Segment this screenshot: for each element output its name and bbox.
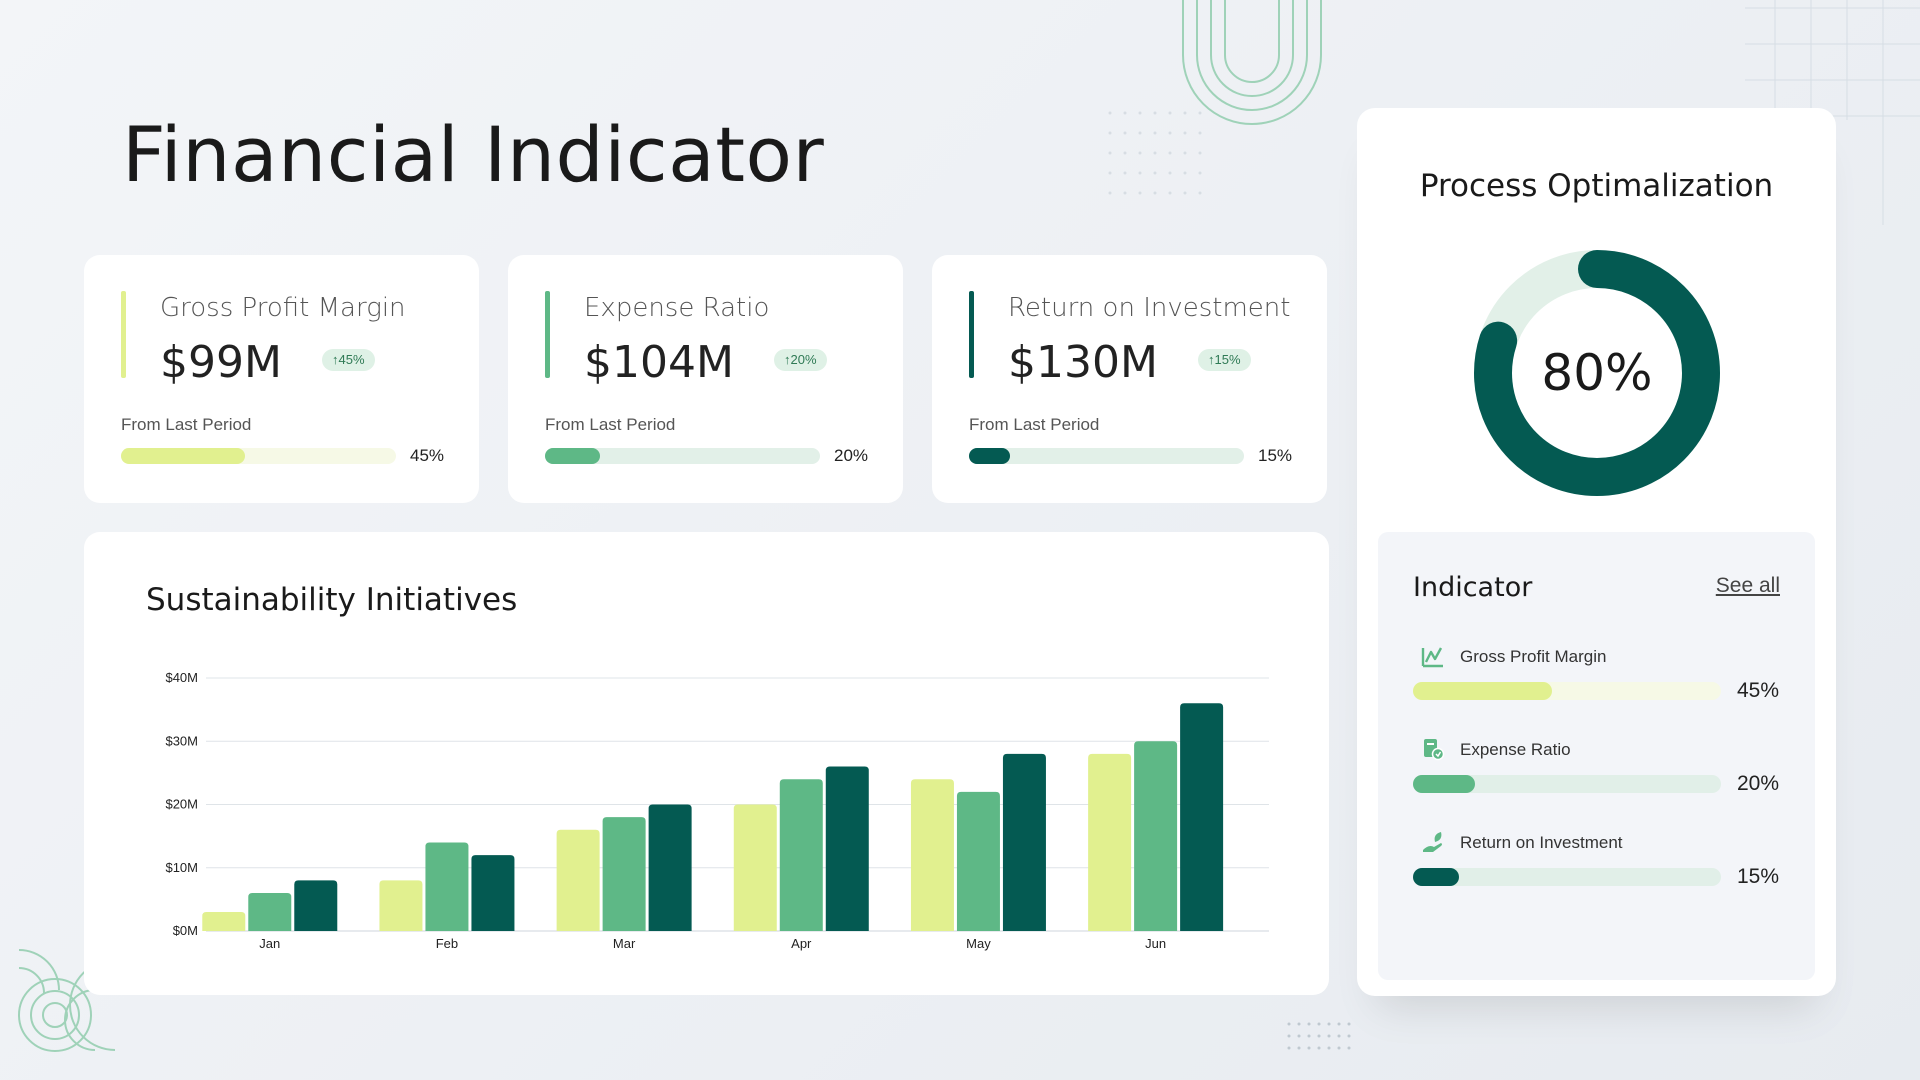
kpi-progress-fill <box>121 448 245 464</box>
bar <box>1180 703 1224 931</box>
indicator-progress-fill <box>1413 868 1460 886</box>
kpi-label: Expense Ratio <box>584 293 770 323</box>
dot-grid-decoration-bottom <box>1287 1022 1351 1050</box>
indicator-name: Gross Profit Margin <box>1460 647 1607 666</box>
process-title: Process Optimalization <box>1419 168 1774 204</box>
kpi-progress-track <box>545 448 820 464</box>
bar-chart: $0M $10M $20M $30M $40M Jan Feb Mar Apr May Jun <box>165 670 1269 951</box>
x-tick-label: Mar <box>613 936 636 951</box>
bar <box>1002 753 1046 931</box>
bar <box>1088 753 1132 931</box>
bar <box>910 779 954 931</box>
indicator-progress-track <box>1413 682 1721 700</box>
kpi-percent: 20% <box>834 446 869 465</box>
bar <box>648 804 692 931</box>
process-optimalization-card: Process Optimalization 80% Indicator See… <box>1357 108 1836 996</box>
bar <box>602 817 646 931</box>
page-title: Financial Indicator <box>122 110 825 199</box>
y-tick-label: $20M <box>165 797 198 812</box>
kpi-from-label: From Last Period <box>969 415 1100 434</box>
dot-grid-decoration <box>1108 111 1202 195</box>
bar <box>471 855 515 931</box>
expense-document-icon <box>1424 739 1445 761</box>
bar <box>202 912 246 931</box>
indicator-percent: 15% <box>1737 865 1780 888</box>
bar <box>248 893 292 931</box>
kpi-percent: 45% <box>410 446 445 465</box>
kpi-card-roi: Return on Investment $130M ↑15% From Las… <box>932 255 1327 503</box>
indicator-panel: Indicator See all Gross Profit Margin 45… <box>1378 532 1815 980</box>
kpi-label: Return on Investment <box>1008 293 1291 323</box>
kpi-value: $130M <box>1008 337 1158 388</box>
y-tick-label: $30M <box>165 733 198 748</box>
kpi-change-badge: ↑20% <box>774 349 827 371</box>
kpi-change-badge: ↑45% <box>322 349 375 371</box>
kpi-accent-bar <box>969 291 974 378</box>
x-tick-label: Apr <box>791 936 812 951</box>
kpi-value: $99M <box>160 337 282 388</box>
kpi-progress-track <box>121 448 396 464</box>
kpi-progress-fill <box>969 448 1011 464</box>
see-all-link[interactable]: See all <box>1716 574 1780 598</box>
kpi-value: $104M <box>584 337 734 388</box>
x-tick-label: May <box>966 936 991 951</box>
indicator-progress-fill <box>1413 682 1552 700</box>
growth-chart-icon <box>1421 647 1443 668</box>
bar <box>379 880 423 931</box>
kpi-change-badge: ↑15% <box>1198 349 1251 371</box>
bar <box>733 804 777 931</box>
y-tick-label: $0M <box>173 923 198 938</box>
bar <box>556 829 600 931</box>
x-tick-label: Feb <box>436 936 458 951</box>
bar <box>956 791 1000 931</box>
kpi-label: Gross Profit Margin <box>160 293 406 323</box>
kpi-percent: 15% <box>1258 446 1293 465</box>
kpi-from-label: From Last Period <box>121 415 252 434</box>
bar <box>825 766 869 931</box>
indicator-title: Indicator <box>1413 572 1533 603</box>
bar <box>1134 741 1178 931</box>
kpi-progress-fill <box>545 448 600 464</box>
indicator-row-roi: Return on Investment 15% <box>1413 830 1783 900</box>
indicator-name: Return on Investment <box>1460 833 1623 852</box>
kpi-progress-track <box>969 448 1244 464</box>
indicator-progress-fill <box>1413 775 1475 793</box>
x-tick-label: Jun <box>1145 936 1166 951</box>
indicator-percent: 45% <box>1737 679 1780 702</box>
donut-value: 80% <box>1541 344 1653 402</box>
indicator-progress-track <box>1413 868 1721 886</box>
x-tick-label: Jan <box>259 936 280 951</box>
indicator-progress-track <box>1413 775 1721 793</box>
sustainability-chart-card: Sustainability Initiatives $0M $10M $20M $3… <box>84 532 1329 995</box>
bar <box>294 880 338 931</box>
kpi-card-gross-profit: Gross Profit Margin $99M ↑45% From Last … <box>84 255 479 503</box>
bar <box>425 842 469 931</box>
bar <box>779 779 823 931</box>
indicator-row-gross-profit: Gross Profit Margin 45% <box>1413 644 1783 714</box>
kpi-card-expense-ratio: Expense Ratio $104M ↑20% From Last Perio… <box>508 255 903 503</box>
y-tick-label: $40M <box>165 670 198 685</box>
indicator-row-expense-ratio: Expense Ratio 20% <box>1413 737 1783 807</box>
indicator-percent: 20% <box>1737 772 1780 795</box>
kpi-accent-bar <box>545 291 550 378</box>
y-tick-label: $10M <box>165 860 198 875</box>
kpi-accent-bar <box>121 291 126 378</box>
arch-decoration <box>1182 0 1322 125</box>
hand-plant-icon <box>1423 832 1442 852</box>
indicator-name: Expense Ratio <box>1460 740 1571 759</box>
kpi-from-label: From Last Period <box>545 415 676 434</box>
